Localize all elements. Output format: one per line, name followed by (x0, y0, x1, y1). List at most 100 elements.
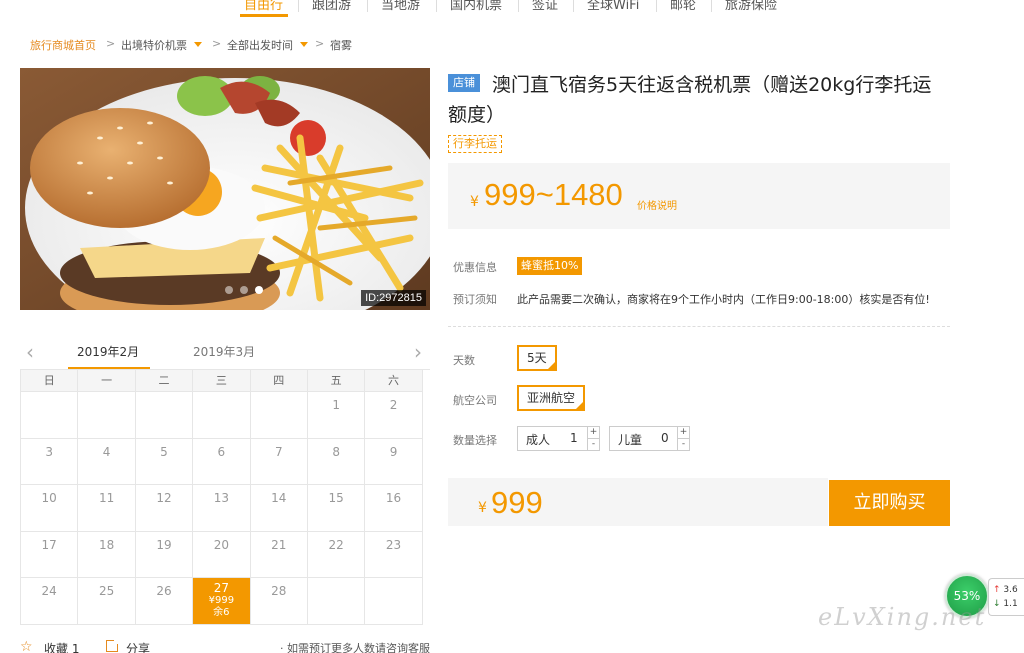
top-nav: 自由行 跟团游 当地游 国内机票 签证 全球WiFi 邮轮 旅游保险 (0, 0, 1024, 18)
up-arrow-icon: ↑ (993, 585, 1001, 595)
calendar-day: 26 (135, 578, 194, 625)
calendar-day: 15 (307, 485, 366, 532)
days-option-selected[interactable]: 5天 (517, 345, 557, 371)
weekday-label: 三 (193, 370, 251, 392)
total-price: 999 (491, 485, 543, 520)
calendar-week: 10 11 12 13 14 15 16 (21, 485, 430, 532)
calendar-day: 7 (250, 438, 308, 485)
nav-item-insurance[interactable]: 旅游保险 (725, 0, 777, 13)
nav-divider (367, 0, 368, 12)
weekday-label: 六 (365, 370, 423, 392)
calendar-day (250, 392, 308, 439)
quantity-label: 数量选择 (453, 434, 497, 447)
calendar-grid: 日 一 二 三 四 五 六 1 2 3 4 5 6 7 8 9 10 11 12… (20, 369, 430, 625)
child-label: 儿童 (618, 433, 643, 447)
breadcrumb-departure-time[interactable]: 全部出发时间 (227, 37, 293, 53)
calendar-day (135, 392, 194, 439)
nav-item-domestic-flights[interactable]: 国内机票 (450, 0, 502, 13)
adult-plus-button[interactable]: + (587, 427, 599, 439)
calendar-day: 11 (78, 485, 136, 532)
airline-option-selected[interactable]: 亚洲航空 (517, 385, 586, 411)
selected-day-number: 27 (213, 581, 229, 595)
burger-fries-photo (20, 68, 430, 310)
weekday-label: 一 (78, 370, 136, 392)
calendar-day: 18 (78, 531, 136, 578)
star-icon[interactable]: ☆ (20, 639, 33, 653)
calendar-week: 24 25 26 27 ¥999 余6 28 (21, 578, 430, 625)
share-icon[interactable] (106, 638, 120, 652)
child-minus-button[interactable]: - (677, 439, 689, 451)
weekday-label: 二 (135, 370, 194, 392)
price-range: 999~1480 (484, 177, 623, 212)
product-title: 澳门直飞宿务5天往返含税机票（赠送20kg行李托运额度） (448, 74, 932, 126)
nav-item-visa[interactable]: 签证 (532, 0, 558, 13)
calendar-day: 22 (307, 531, 366, 578)
site-watermark: eLvXing.net (818, 603, 987, 631)
adult-quantity-stepper: 成人 1 + - (517, 426, 600, 451)
calendar-day: 2 (365, 392, 423, 439)
total-price-bar: ¥ 999 (448, 478, 828, 526)
calendar-day (307, 578, 366, 625)
breadcrumb-flights[interactable]: 出境特价机票 (121, 37, 187, 53)
days-label: 天数 (453, 354, 475, 367)
carousel-dot[interactable] (240, 286, 248, 294)
calendar-day: 17 (21, 531, 79, 578)
carousel-dot-active[interactable] (255, 286, 263, 294)
calendar-day: 8 (307, 438, 366, 485)
nav-divider (711, 0, 712, 12)
price-currency: ¥ (470, 194, 479, 210)
nav-divider (518, 0, 519, 12)
nav-item-wifi[interactable]: 全球WiFi (587, 0, 639, 13)
dropdown-caret-icon[interactable] (194, 42, 202, 47)
child-count[interactable]: 0 (661, 431, 669, 445)
breadcrumb-current: 宿雾 (330, 39, 352, 52)
calendar-day: 16 (365, 485, 423, 532)
adult-minus-button[interactable]: - (587, 439, 599, 451)
calendar-day: 6 (193, 438, 251, 485)
calendar-day: 1 (307, 392, 366, 439)
price-note-link[interactable]: 价格说明 (637, 197, 677, 212)
weekday-label: 日 (21, 370, 79, 392)
calendar-week: 3 4 5 6 7 8 9 (21, 438, 430, 485)
buy-now-button[interactable]: 立即购买 (829, 480, 950, 526)
download-value: 1.1 (1003, 599, 1018, 609)
dropdown-caret-icon[interactable] (300, 42, 308, 47)
carousel-dot[interactable] (225, 286, 233, 294)
child-plus-button[interactable]: + (677, 427, 689, 439)
calendar-day: 5 (135, 438, 194, 485)
calendar-day (78, 392, 136, 439)
notice-label: 预订须知 (453, 293, 497, 306)
next-month-icon[interactable]: › (414, 340, 422, 364)
calendar-day-selected[interactable]: 27 ¥999 余6 (193, 578, 251, 625)
nav-divider (298, 0, 299, 12)
nav-item-local-tour[interactable]: 当地游 (381, 0, 420, 13)
upload-speed: ↑ 3.6 (993, 585, 1018, 595)
calendar-day: 4 (78, 438, 136, 485)
carousel-dots (225, 279, 270, 298)
adult-count[interactable]: 1 (570, 431, 578, 445)
selected-day-remaining: 余6 (213, 607, 230, 618)
date-calendar: ‹ 2019年2月 2019年3月 › 日 一 二 三 四 五 六 1 2 3 … (20, 334, 430, 632)
tab-month-current[interactable]: 2019年2月 (77, 343, 139, 360)
calendar-day (21, 392, 79, 439)
calendar-day: 25 (78, 578, 136, 625)
product-image-carousel[interactable]: ID:2972815 (20, 68, 430, 310)
calendar-day: 14 (250, 485, 308, 532)
promo-label: 优惠信息 (453, 261, 497, 274)
breadcrumb-home[interactable]: 旅行商城首页 (30, 37, 96, 53)
nav-active-underline (240, 14, 288, 17)
contact-service-link[interactable]: · 如需预订更多人数请咨询客服 (280, 640, 430, 653)
nav-item-free-travel[interactable]: 自由行 (244, 0, 283, 13)
weekday-label: 四 (250, 370, 308, 392)
down-arrow-icon: ↓ (993, 599, 1001, 609)
prev-month-icon[interactable]: ‹ (26, 340, 34, 364)
nav-item-cruise[interactable]: 邮轮 (670, 0, 696, 13)
share-button[interactable]: 分享 (126, 640, 150, 653)
tab-month-next[interactable]: 2019年3月 (193, 343, 255, 360)
baggage-tag: 行李托运 (448, 135, 502, 153)
favorite-button[interactable]: 收藏 1 (44, 640, 79, 653)
network-speed-panel: ↑ 3.6 ↓ 1.1 (988, 578, 1024, 616)
calendar-day (365, 578, 423, 625)
nav-item-group-tour[interactable]: 跟团游 (312, 0, 351, 13)
calendar-week: 17 18 19 20 21 22 23 (21, 531, 430, 578)
